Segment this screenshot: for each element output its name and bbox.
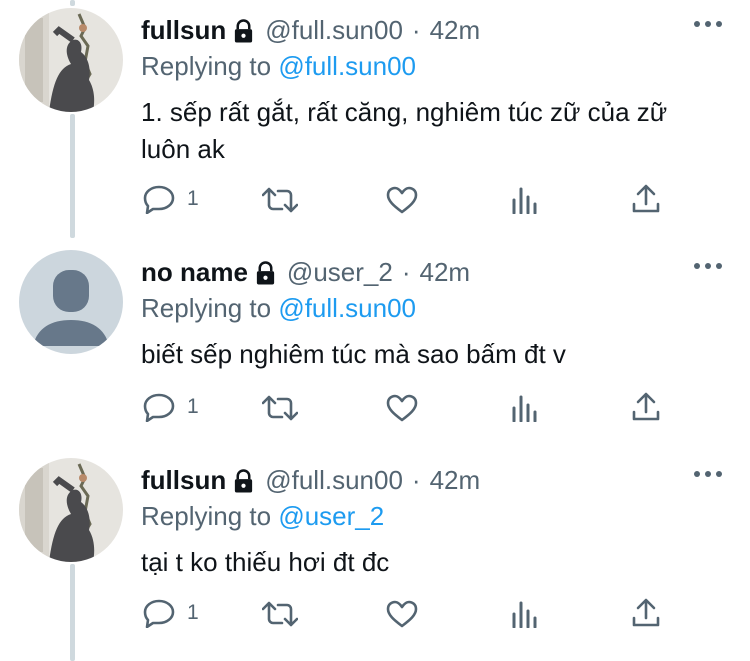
mention-link[interactable]: @full.sun00 [278, 293, 416, 323]
reply-count: 1 [187, 601, 199, 624]
retweet-button[interactable] [262, 394, 298, 422]
display-name[interactable]: fullsun [141, 12, 226, 48]
separator-dot: · [411, 15, 421, 45]
more-icon[interactable] [694, 468, 722, 480]
user-handle[interactable]: @full.sun00 [265, 462, 403, 498]
display-name[interactable]: no name [141, 254, 248, 290]
avatar-photo [19, 458, 123, 562]
share-button[interactable] [632, 184, 660, 214]
tweet[interactable]: fullsun @full.sun00 · 42m Replying to @u… [0, 458, 750, 658]
heart-icon [386, 394, 418, 422]
share-icon [632, 392, 660, 421]
separator-dot: · [411, 465, 421, 495]
replying-label: Replying to [141, 51, 272, 81]
avatar[interactable] [19, 8, 123, 112]
replying-label: Replying to [141, 293, 272, 323]
mention-link[interactable]: @full.sun00 [278, 51, 416, 81]
more-icon[interactable] [694, 260, 722, 272]
like-button[interactable] [386, 600, 418, 628]
lock-icon [254, 259, 277, 285]
analytics-icon [512, 395, 537, 422]
reply-button[interactable]: 1 [143, 392, 199, 422]
share-icon [632, 598, 660, 627]
avatar-photo [19, 8, 123, 112]
display-name[interactable]: fullsun [141, 462, 226, 498]
retweet-icon [262, 187, 298, 213]
mention-link[interactable]: @user_2 [278, 501, 384, 531]
heart-icon [386, 600, 418, 628]
like-button[interactable] [386, 394, 418, 422]
share-icon [632, 184, 660, 213]
more-icon[interactable] [694, 18, 722, 30]
tweet-text: biết sếp nghiêm túc mà sao bấm đt v [141, 339, 566, 369]
retweet-button[interactable] [262, 600, 298, 628]
timestamp[interactable]: 42m [430, 462, 481, 498]
lock-icon [232, 17, 255, 43]
views-button[interactable] [511, 394, 537, 422]
user-handle[interactable]: @user_2 [287, 254, 393, 290]
tweet-text: 1. sếp rất gắt, rất căng, nghiêm túc zữ … [141, 97, 668, 164]
share-button[interactable] [632, 392, 660, 422]
analytics-icon [512, 601, 537, 628]
user-handle[interactable]: @full.sun00 [265, 12, 403, 48]
reply-count: 1 [187, 395, 199, 418]
timestamp[interactable]: 42m [430, 12, 481, 48]
separator-dot: · [401, 257, 411, 287]
default-avatar-icon [19, 250, 123, 354]
reply-button[interactable]: 1 [143, 184, 199, 214]
views-button[interactable] [511, 600, 537, 628]
retweet-icon [262, 395, 298, 421]
reply-icon [143, 393, 175, 422]
reply-icon [143, 185, 175, 214]
lock-icon [232, 467, 255, 493]
tweet[interactable]: fullsun @full.sun00 · 42m Replying to @f… [0, 8, 750, 228]
analytics-icon [512, 187, 537, 214]
tweet-text: tại t ko thiếu hơi đt đc [141, 547, 390, 577]
replying-to: Replying to @full.sun00 [141, 48, 416, 84]
replying-to: Replying to @user_2 [141, 498, 384, 534]
share-button[interactable] [632, 598, 660, 628]
tweet[interactable]: no name @user_2 · 42m Replying to @full.… [0, 250, 750, 450]
avatar[interactable] [19, 250, 123, 354]
retweet-icon [262, 601, 298, 627]
thread-line [70, 0, 75, 6]
reply-icon [143, 599, 175, 628]
heart-icon [386, 186, 418, 214]
like-button[interactable] [386, 186, 418, 214]
reply-count: 1 [187, 187, 199, 210]
replying-label: Replying to [141, 501, 272, 531]
replying-to: Replying to @full.sun00 [141, 290, 416, 326]
views-button[interactable] [511, 186, 537, 214]
timestamp[interactable]: 42m [420, 254, 471, 290]
reply-button[interactable]: 1 [143, 598, 199, 628]
retweet-button[interactable] [262, 186, 298, 214]
avatar[interactable] [19, 458, 123, 562]
